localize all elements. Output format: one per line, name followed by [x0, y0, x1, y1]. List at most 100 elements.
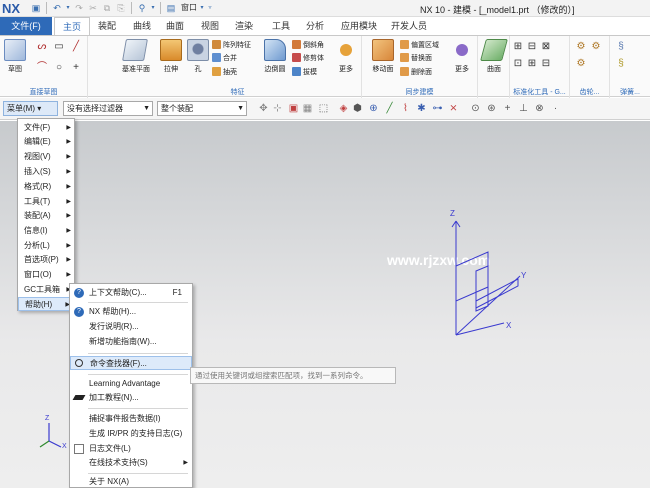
std-tool-icon[interactable]: ⊟	[526, 41, 538, 53]
more-sync-button[interactable]: 更多	[450, 39, 474, 74]
gear-icon[interactable]: ⚙	[575, 58, 587, 70]
datum-plane-button[interactable]: 基准平面	[122, 39, 150, 74]
menu-item-context-help[interactable]: ? 上下文帮助(C)... F1	[70, 286, 192, 300]
bounded-point-icon[interactable]: ·	[550, 103, 561, 114]
menu-item-analysis[interactable]: 分析(L) ▶	[18, 239, 74, 253]
midpoint-snap-icon[interactable]: ⊶	[432, 103, 443, 114]
intersection-snap-icon[interactable]: ⨯	[448, 103, 459, 114]
customize-icon[interactable]: ▿	[207, 2, 213, 14]
pattern-feature-button[interactable]: 阵列特征	[212, 39, 251, 50]
menu-item-tools[interactable]: 工具(T) ▶	[18, 195, 74, 209]
selection-icon[interactable]: ⊹	[272, 103, 283, 114]
dropdown-icon[interactable]: ▾	[150, 2, 156, 14]
menu-item-window[interactable]: 窗口(O) ▶	[18, 268, 74, 282]
menu-item-capture-event-data[interactable]: 捕捉事件报告数据(I)	[70, 412, 192, 426]
shell-button[interactable]: 抽壳	[212, 66, 237, 77]
menu-button[interactable]: 菜单(M) ▾	[3, 101, 58, 116]
window-menu-label[interactable]: 窗口	[179, 2, 197, 15]
std-tool-icon[interactable]: ⊡	[512, 58, 524, 70]
trim-body-button[interactable]: 修剪体	[292, 52, 324, 63]
menu-item-insert[interactable]: 插入(S) ▶	[18, 165, 74, 179]
menu-item-log-file[interactable]: 日志文件(L)	[70, 442, 192, 456]
arc-icon[interactable]: ⌒	[36, 62, 48, 74]
extrude-button[interactable]: 拉伸	[158, 39, 184, 74]
end-snap-icon[interactable]: ✱	[416, 103, 427, 114]
menu-item-format[interactable]: 格式(R) ▶	[18, 180, 74, 194]
menu-item-release-notes[interactable]: 发行说明(R)...	[70, 320, 192, 334]
undo-icon[interactable]: ↶	[51, 2, 63, 14]
replace-face-button[interactable]: 替换面	[400, 52, 432, 63]
tab-file[interactable]: 文件(F)	[0, 17, 52, 35]
tab-view[interactable]: 视图	[195, 17, 225, 35]
tab-analysis[interactable]: 分析	[300, 17, 330, 35]
rectangle-select-icon[interactable]: ⬚	[318, 103, 329, 114]
unite-button[interactable]: 合并	[212, 52, 237, 63]
gear-icon[interactable]: ⚙	[575, 41, 587, 53]
menu-item-gc-toolkit[interactable]: GC工具箱▶	[18, 283, 74, 297]
std-tool-icon[interactable]: ⊞	[526, 58, 538, 70]
menu-item-file[interactable]: 文件(F) ▶	[18, 121, 74, 135]
menu-item-assembly[interactable]: 装配(A) ▶	[18, 209, 74, 223]
tab-tools[interactable]: 工具	[266, 17, 296, 35]
menu-item-learning-advantage[interactable]: Learning Advantage	[70, 377, 192, 391]
hole-button[interactable]: 孔	[185, 39, 211, 74]
spring-icon[interactable]: §	[615, 58, 627, 70]
std-tool-icon[interactable]: ⊠	[540, 41, 552, 53]
spring-icon[interactable]: §	[615, 41, 627, 53]
cut-icon[interactable]: ✂	[87, 2, 99, 14]
face-icon[interactable]: ◈	[338, 103, 349, 114]
menu-item-about-nx[interactable]: 关于 NX(A)	[70, 475, 192, 488]
menu-item-preferences[interactable]: 首选项(P) ▶	[18, 253, 74, 267]
line-snap-icon[interactable]: ╱	[384, 103, 395, 114]
command-finder-icon[interactable]: ⚲	[136, 2, 148, 14]
filter-icon[interactable]: ▣	[288, 103, 299, 114]
save-icon[interactable]: ▣	[30, 2, 42, 14]
tab-applications[interactable]: 应用模块	[336, 17, 382, 35]
menu-item-help[interactable]: 帮助(H) ▶	[18, 297, 74, 311]
quadrant-snap-icon[interactable]: ⊛	[486, 103, 497, 114]
tab-render[interactable]: 渲染	[229, 17, 259, 35]
tangent-icon[interactable]: ⊗	[534, 103, 545, 114]
redo-icon[interactable]: ↷	[73, 2, 85, 14]
surface-button[interactable]: 曲面	[480, 39, 508, 74]
move-face-button[interactable]: 移动面	[368, 39, 398, 74]
select-all-icon[interactable]: ▦	[302, 103, 313, 114]
menu-item-command-finder[interactable]: 命令查找器(F)...	[70, 356, 192, 370]
assembly-scope-select[interactable]: 整个装配 ▼	[157, 101, 247, 116]
menu-item-information[interactable]: 信息(I) ▶	[18, 224, 74, 238]
menu-item-nx-help[interactable]: ? NX 帮助(H)...	[70, 305, 192, 319]
existing-point-icon[interactable]: ⊥	[518, 103, 529, 114]
selection-filter-select[interactable]: 没有选择过滤器 ▼	[63, 101, 153, 116]
edge-blend-button[interactable]: 边倒圆	[262, 39, 288, 74]
sketch-button[interactable]: 草图	[4, 39, 26, 74]
tab-developer[interactable]: 开发人员	[388, 17, 430, 35]
paste-icon[interactable]: ⎘	[115, 2, 127, 14]
copy-icon[interactable]: ⧉	[101, 2, 113, 14]
tab-curve[interactable]: 曲线	[127, 17, 157, 35]
offset-region-button[interactable]: 偏置区域	[400, 39, 439, 50]
window-icon[interactable]: ▤	[165, 2, 177, 14]
more-feature-button[interactable]: 更多	[334, 39, 358, 74]
menu-item-edit[interactable]: 编辑(E) ▶	[18, 135, 74, 149]
dropdown-icon[interactable]: ▾	[65, 2, 71, 14]
tab-home[interactable]: 主页	[54, 17, 90, 35]
draft-button[interactable]: 拔模	[292, 66, 317, 77]
std-tool-icon[interactable]: ⊞	[512, 41, 524, 53]
curve-snap-icon[interactable]: ⌇	[400, 103, 411, 114]
std-tool-icon[interactable]: ⊟	[540, 58, 552, 70]
center-snap-icon[interactable]: ⊙	[470, 103, 481, 114]
point-snap-icon[interactable]: ⊕	[368, 103, 379, 114]
tab-assembly[interactable]: 装配	[92, 17, 122, 35]
datum-csys[interactable]	[451, 220, 521, 336]
circle-icon[interactable]: ○	[53, 62, 65, 74]
snap-icon[interactable]: ✥	[258, 103, 269, 114]
menu-item-online-support[interactable]: 在线技术支持(S) ▶	[70, 456, 192, 470]
dropdown-icon[interactable]: ▾	[199, 2, 205, 14]
tab-surface[interactable]: 曲面	[160, 17, 190, 35]
point-icon[interactable]: +	[70, 62, 82, 74]
body-icon[interactable]: ⬢	[352, 103, 363, 114]
menu-item-machining-tutorial[interactable]: 加工教程(N)...	[70, 391, 192, 405]
delete-face-button[interactable]: 删除面	[400, 66, 432, 77]
menu-item-support-log[interactable]: 生成 IR/PR 的支持日志(G)	[70, 427, 192, 441]
cursor-snap-icon[interactable]: +	[502, 103, 513, 114]
